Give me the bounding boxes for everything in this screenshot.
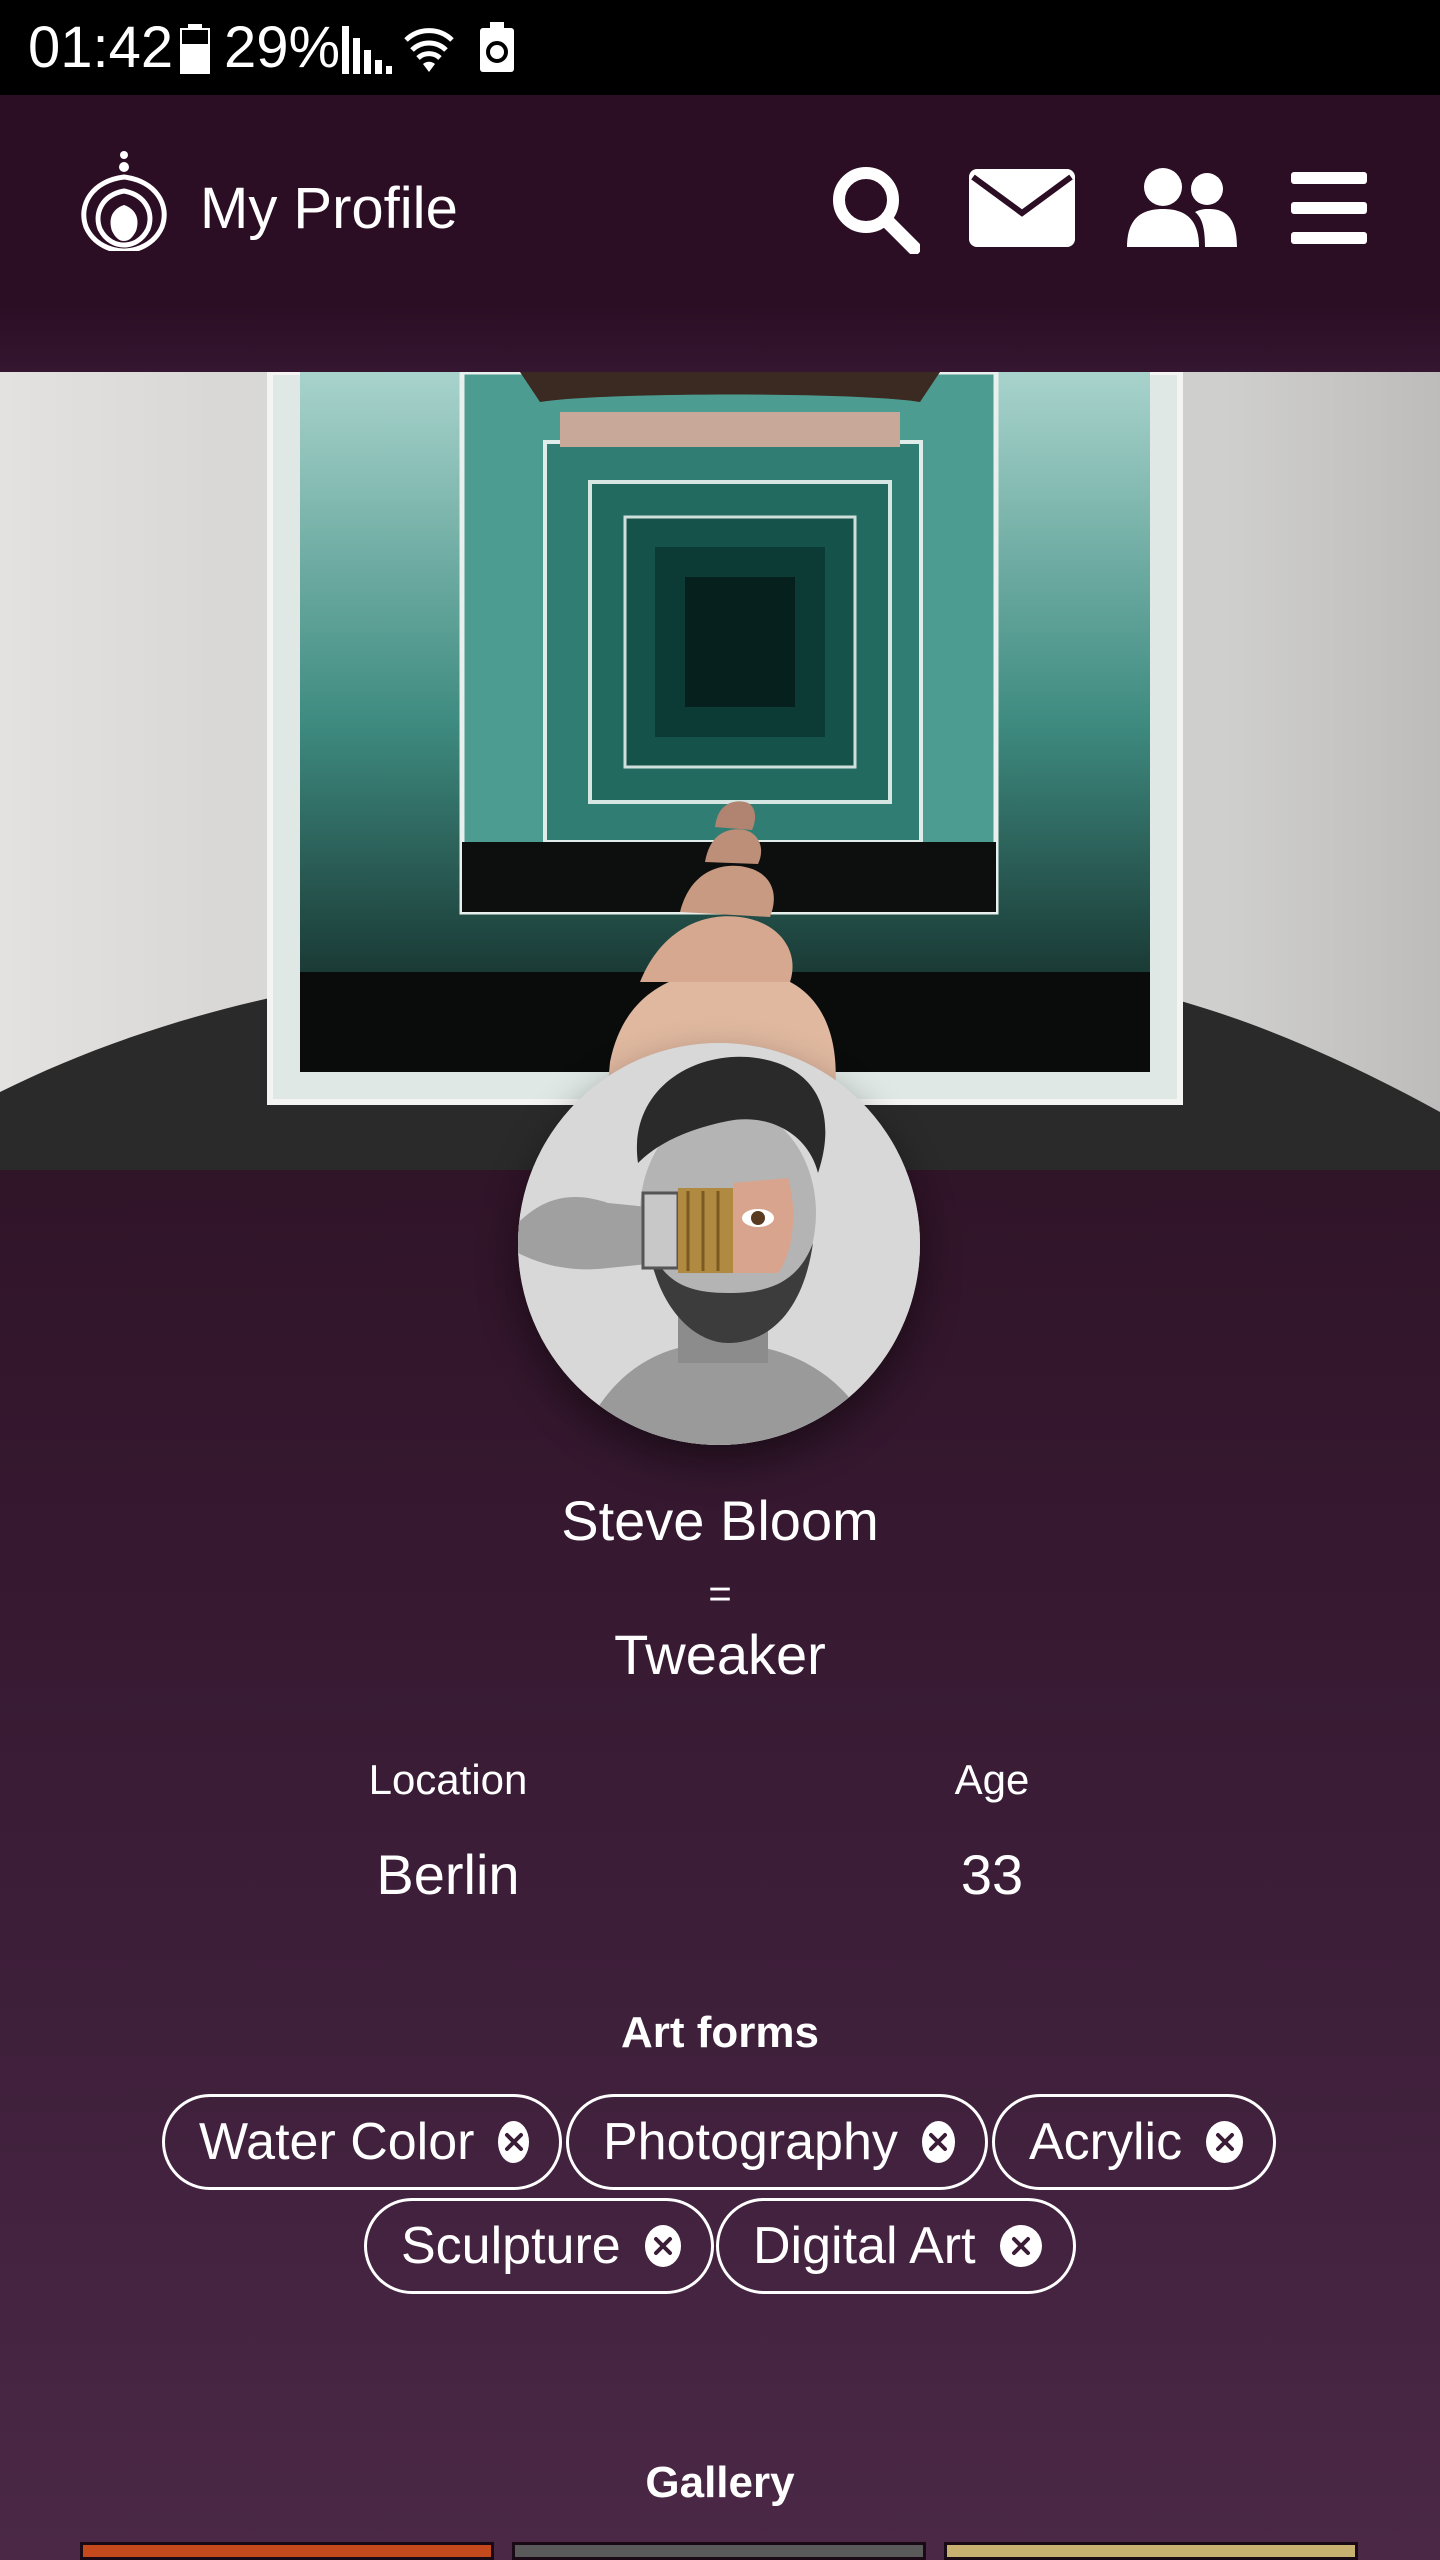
art-form-chip[interactable]: Acrylic <box>992 2094 1276 2190</box>
art-form-chip[interactable]: Photography <box>566 2094 988 2190</box>
profile-role: Tweaker <box>614 1623 826 1686</box>
art-form-chip[interactable]: Water Color <box>162 2094 562 2190</box>
page-title: My Profile <box>200 176 458 241</box>
gallery-thumbnail[interactable] <box>512 2542 926 2560</box>
chip-label: Water Color <box>199 2113 475 2171</box>
location-value: Berlin <box>376 1843 520 1906</box>
remove-chip-icon[interactable] <box>1206 2121 1243 2163</box>
gallery-thumbnail[interactable] <box>80 2542 494 2560</box>
avatar[interactable] <box>518 1043 920 1445</box>
remove-chip-icon[interactable] <box>999 2225 1042 2267</box>
battery-icon <box>180 24 210 79</box>
battery-percent: 29% <box>224 15 341 80</box>
art-form-chip[interactable]: Sculpture <box>364 2198 714 2294</box>
chip-label: Sculpture <box>401 2217 621 2275</box>
art-form-chip[interactable]: Digital Art <box>716 2198 1076 2294</box>
battery-saver-icon <box>478 22 516 79</box>
age-value: 33 <box>960 1843 1024 1906</box>
friends-icon[interactable] <box>1122 163 1240 253</box>
chip-label: Photography <box>603 2113 898 2171</box>
gallery-thumbnail[interactable] <box>944 2542 1358 2560</box>
profile-name: Steve Bloom <box>561 1489 879 1552</box>
age-label: Age <box>954 1756 1030 1803</box>
chip-label: Acrylic <box>1029 2113 1183 2171</box>
art-forms-title: Art forms <box>620 2008 820 2057</box>
status-time: 01:42 <box>28 15 174 80</box>
mail-icon[interactable] <box>968 163 1076 253</box>
wifi-icon <box>404 22 454 79</box>
remove-chip-icon[interactable] <box>644 2225 681 2267</box>
remove-chip-icon[interactable] <box>498 2121 529 2163</box>
chip-label: Digital Art <box>753 2217 976 2275</box>
search-icon[interactable] <box>826 163 922 254</box>
signal-icon <box>342 26 392 79</box>
gallery-title: Gallery <box>645 2458 795 2507</box>
location-label: Location <box>368 1756 528 1803</box>
app-logo-icon[interactable] <box>72 147 176 254</box>
app-header: My Profile <box>0 95 1440 372</box>
remove-chip-icon[interactable] <box>921 2121 955 2163</box>
menu-icon[interactable] <box>1290 163 1368 253</box>
profile-separator: = <box>708 1572 732 1616</box>
status-bar: 01:42 29% <box>0 0 1440 95</box>
